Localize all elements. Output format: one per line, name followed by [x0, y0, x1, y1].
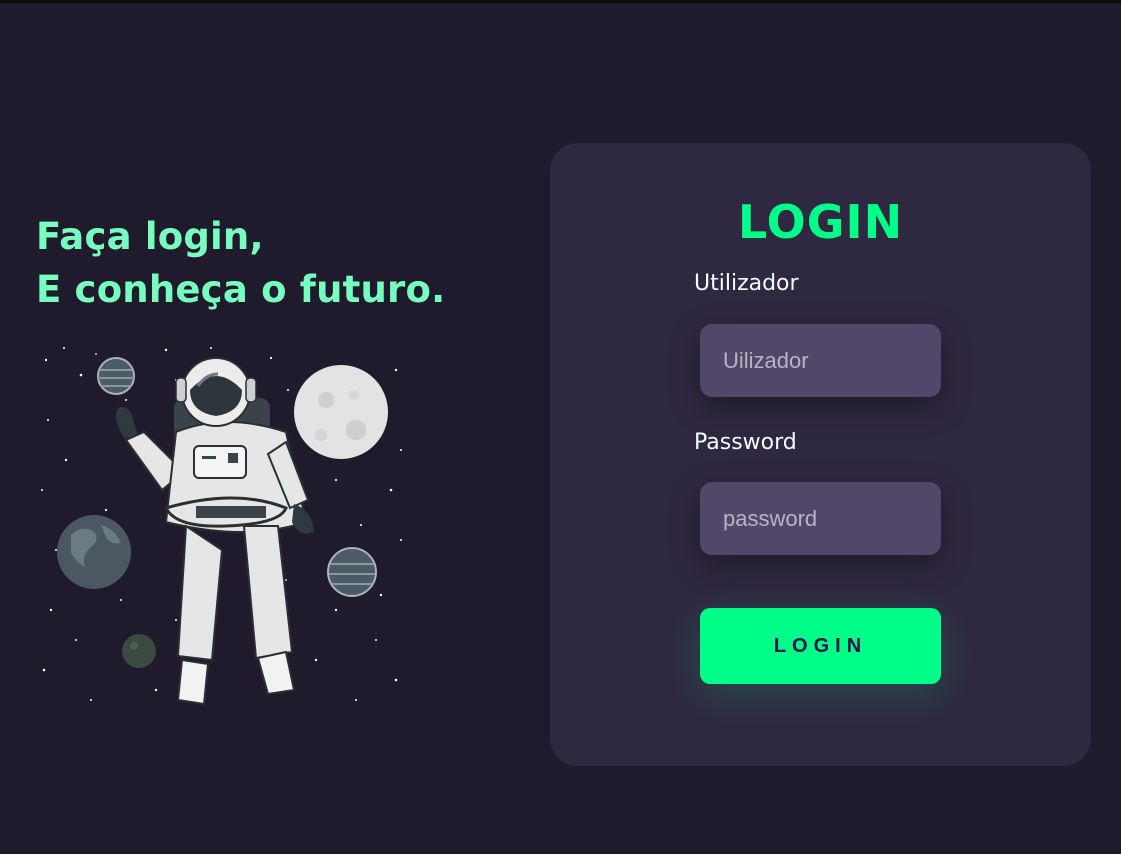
login-button[interactable]: LOGIN — [700, 608, 941, 684]
password-label: Password — [694, 430, 797, 455]
hero-line-1: Faça login, — [36, 215, 264, 258]
astronaut-illustration — [36, 340, 408, 720]
login-title: LOGIN — [737, 195, 904, 249]
top-border — [0, 0, 1121, 3]
username-label: Utilizador — [694, 271, 799, 296]
login-card: LOGIN Utilizador Password LOGIN — [550, 143, 1091, 766]
astronaut-svg — [41, 347, 402, 706]
username-input[interactable] — [700, 324, 941, 397]
password-input[interactable] — [700, 482, 941, 555]
hero-line-2: E conheça o futuro. — [36, 268, 446, 311]
hero-section: Faça login, E conheça o futuro. — [36, 210, 445, 316]
